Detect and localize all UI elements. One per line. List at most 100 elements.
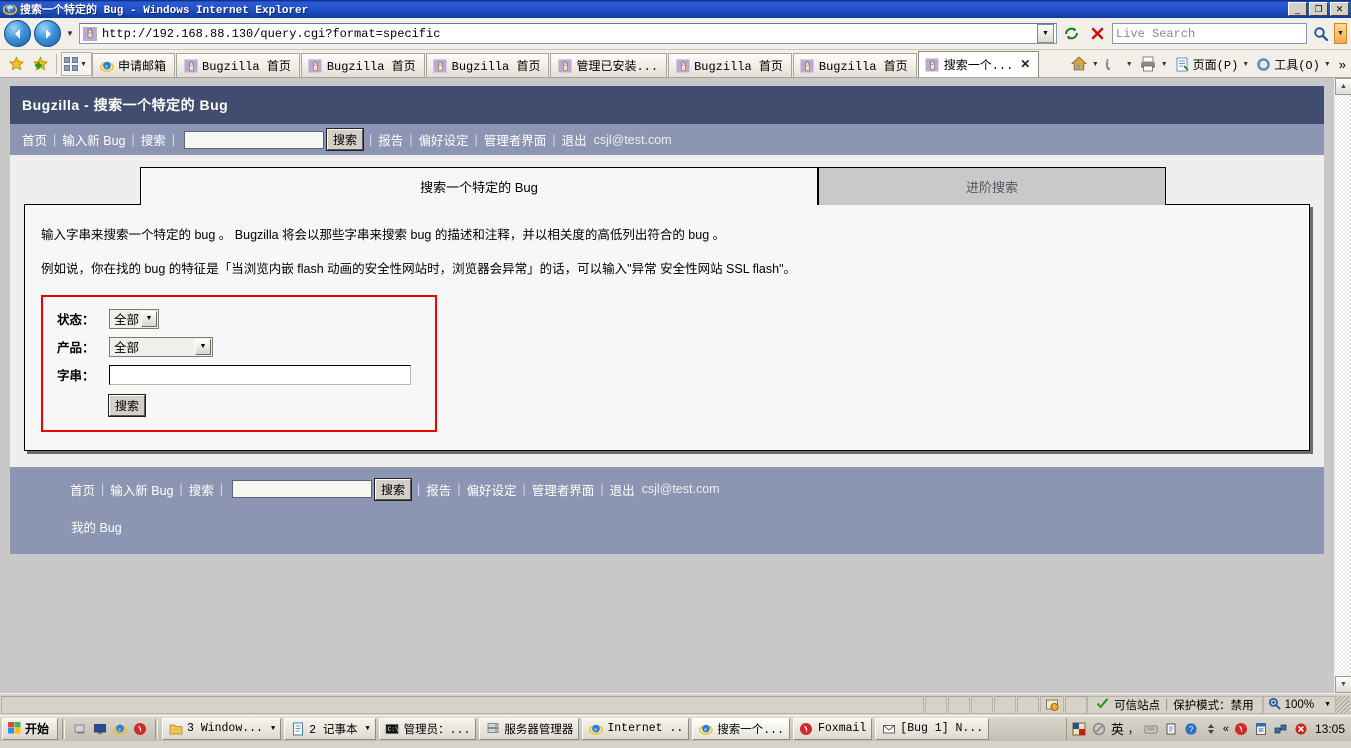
footer-link-home[interactable]: 首页 xyxy=(70,480,95,499)
network-icon[interactable] xyxy=(1273,721,1289,737)
ie-icon[interactable]: e xyxy=(112,721,128,737)
close-button[interactable]: ✕ xyxy=(1330,2,1349,16)
resize-grip[interactable] xyxy=(1336,695,1350,714)
feeds-button[interactable]: ▼ xyxy=(1104,52,1138,76)
browser-tab-7[interactable]: 搜索一个... ✕ xyxy=(917,51,1040,77)
footer-link-preferences[interactable]: 偏好设定 xyxy=(467,480,517,499)
chevron-down-icon[interactable]: ▼ xyxy=(271,725,275,733)
home-button[interactable]: ▼ xyxy=(1069,52,1104,76)
block-icon[interactable] xyxy=(1091,721,1107,737)
window-title-bar[interactable]: e 搜索一个特定的 Bug - Windows Internet Explore… xyxy=(0,0,1351,18)
foxmail-icon[interactable] xyxy=(132,721,148,737)
footer-link-reports[interactable]: 报告 xyxy=(426,480,451,499)
browser-tab-0[interactable]: e 申请邮箱 xyxy=(92,53,176,77)
taskbar-item-2[interactable]: C:\ 管理员：... xyxy=(378,717,477,740)
quick-tabs-button[interactable]: ▼ xyxy=(61,52,92,76)
ime-language-label[interactable]: 英 xyxy=(1111,719,1124,738)
nav-link-logout[interactable]: 退出 xyxy=(562,130,587,149)
start-button[interactable]: 开始 xyxy=(2,717,59,740)
nav-link-preferences[interactable]: 偏好设定 xyxy=(419,130,469,149)
scroll-down-button[interactable]: ▼ xyxy=(1335,676,1351,693)
zoom-control[interactable]: 100% ▼ xyxy=(1262,695,1336,714)
search-provider-caret-icon[interactable]: ▼ xyxy=(1334,23,1347,44)
tab-advanced-search[interactable]: 进阶搜索 xyxy=(818,167,1166,205)
address-input[interactable]: http://192.168.88.130/query.cgi?format=s… xyxy=(79,23,1057,44)
quick-tabs-caret-icon[interactable]: ▼ xyxy=(78,61,89,68)
browser-tab-3[interactable]: Bugzilla 首页 xyxy=(425,53,550,77)
error-icon[interactable] xyxy=(1293,721,1309,737)
clipboard-icon[interactable] xyxy=(1163,721,1179,737)
tray-overflow-icon[interactable]: « xyxy=(1223,723,1229,735)
chevron-down-icon[interactable]: ▼ xyxy=(141,310,157,327)
security-zone-pane[interactable]: 可信站点 | 保护模式：禁用 xyxy=(1087,695,1263,714)
chevron-down-icon[interactable]: ▼ xyxy=(195,338,211,355)
keyboard-icon[interactable] xyxy=(1143,721,1159,737)
close-icon[interactable]: ✕ xyxy=(1020,57,1030,72)
help-icon[interactable]: ? xyxy=(1183,721,1199,737)
chevron-down-icon[interactable]: ▼ xyxy=(365,725,369,733)
browser-tab-5[interactable]: Bugzilla 首页 xyxy=(668,53,792,77)
search-icon[interactable] xyxy=(1310,23,1331,44)
maximize-button[interactable]: ❐ xyxy=(1309,2,1328,16)
ime-icon[interactable] xyxy=(1071,721,1087,737)
favorites-star-icon[interactable] xyxy=(4,51,28,77)
scroll-up-button[interactable]: ▲ xyxy=(1335,78,1351,95)
nav-link-home[interactable]: 首页 xyxy=(22,130,47,149)
updown-icon[interactable] xyxy=(1203,721,1219,737)
live-search-input[interactable]: Live Search xyxy=(1112,23,1307,44)
print-button[interactable]: ▼ xyxy=(1138,52,1173,76)
browser-tab-6[interactable]: Bugzilla 首页 xyxy=(792,53,917,77)
monitor-icon[interactable] xyxy=(92,721,108,737)
page-scrollbar[interactable]: ▲ ▼ xyxy=(1334,78,1351,693)
nav-link-reports[interactable]: 报告 xyxy=(378,130,403,149)
toolbar-overflow-icon[interactable]: » xyxy=(1336,57,1349,72)
footer-link-my-bugs[interactable]: 我的 Bug xyxy=(71,521,122,535)
taskbar-item-6[interactable]: Foxmail xyxy=(792,717,873,740)
form-search-button[interactable]: 搜索 xyxy=(107,393,147,417)
content-input[interactable] xyxy=(109,364,411,385)
shield-warning-icon[interactable]: ! xyxy=(1040,695,1065,714)
taskbar-item-0[interactable]: 3 Window... ▼ xyxy=(162,717,282,740)
address-dropdown-icon[interactable]: ▼ xyxy=(1037,24,1054,43)
nav-search-input[interactable] xyxy=(184,130,324,149)
blue-doc-icon[interactable] xyxy=(1253,721,1269,737)
taskbar-clock[interactable]: 13:05 xyxy=(1315,722,1345,736)
print-caret-icon[interactable]: ▼ xyxy=(1161,61,1168,68)
scrollbar-track[interactable] xyxy=(1335,95,1351,676)
show-desktop-icon[interactable] xyxy=(72,721,88,737)
forward-arrow-icon[interactable] xyxy=(34,20,61,47)
browser-tab-1[interactable]: Bugzilla 首页 xyxy=(176,53,300,77)
tools-menu-caret-icon[interactable]: ▼ xyxy=(1324,61,1331,68)
nav-link-admin[interactable]: 管理者界面 xyxy=(484,130,547,149)
footer-link-search[interactable]: 搜索 xyxy=(189,480,214,499)
tab-specific-search[interactable]: 搜索一个特定的 Bug xyxy=(140,167,818,205)
tools-menu-button[interactable]: 工具(O) ▼ xyxy=(1254,52,1336,76)
taskbar-item-3[interactable]: 服务器管理器 xyxy=(479,717,580,740)
footer-search-button[interactable]: 搜索 xyxy=(373,477,413,501)
ime-punctuation-label[interactable]: ， xyxy=(1128,721,1139,737)
taskbar-item-5[interactable]: e 搜索一个... xyxy=(692,717,790,740)
page-menu-button[interactable]: 页面(P) ▼ xyxy=(1173,52,1255,76)
footer-link-logout[interactable]: 退出 xyxy=(610,480,635,499)
nav-link-new-bug[interactable]: 输入新 Bug xyxy=(62,130,125,149)
home-caret-icon[interactable]: ▼ xyxy=(1092,61,1099,68)
history-dropdown-icon[interactable]: ▼ xyxy=(64,20,76,47)
browser-tab-4[interactable]: 管理已安装... xyxy=(550,53,668,77)
minimize-button[interactable]: _ xyxy=(1288,2,1307,16)
taskbar-item-4[interactable]: e Internet .. xyxy=(582,717,690,740)
back-arrow-icon[interactable] xyxy=(4,20,31,47)
taskbar-item-1[interactable]: 2 记事本 ▼ xyxy=(284,717,376,740)
page-menu-caret-icon[interactable]: ▼ xyxy=(1242,61,1249,68)
nav-link-search[interactable]: 搜索 xyxy=(141,130,166,149)
feeds-caret-icon[interactable]: ▼ xyxy=(1126,61,1133,68)
refresh-button[interactable] xyxy=(1060,22,1083,45)
browser-tab-2[interactable]: Bugzilla 首页 xyxy=(300,53,425,77)
add-favorites-star-icon[interactable] xyxy=(28,51,52,77)
product-select[interactable]: 全部 ▼ xyxy=(109,336,213,357)
footer-link-admin[interactable]: 管理者界面 xyxy=(532,480,595,499)
status-select[interactable]: 全部 ▼ xyxy=(109,308,159,329)
zoom-caret-icon[interactable]: ▼ xyxy=(1318,701,1331,708)
footer-link-new-bug[interactable]: 输入新 Bug xyxy=(110,480,173,499)
nav-search-button[interactable]: 搜索 xyxy=(325,128,365,151)
mail-red-icon[interactable] xyxy=(1233,721,1249,737)
